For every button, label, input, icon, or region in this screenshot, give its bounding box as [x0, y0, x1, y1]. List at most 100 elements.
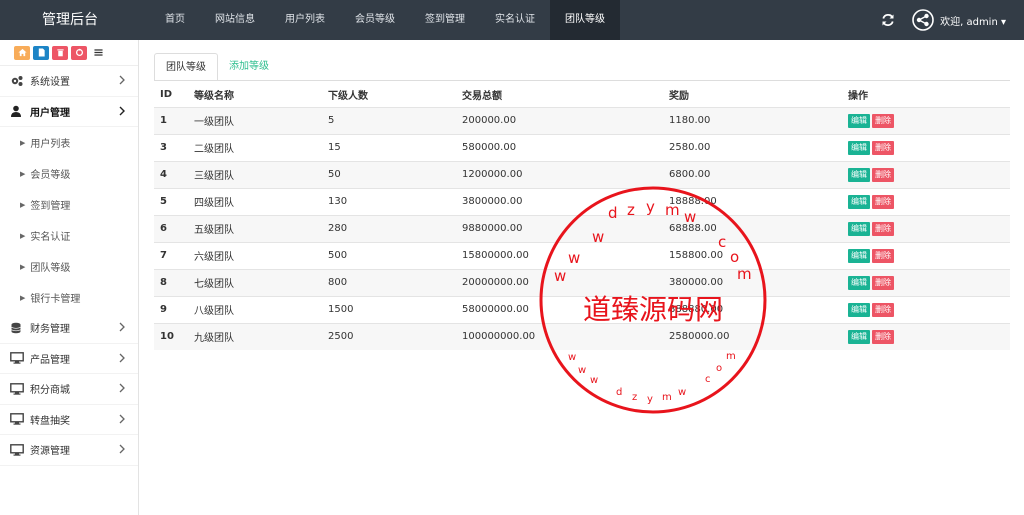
- cell-actions: 编辑 删除: [842, 268, 1010, 296]
- cell-total-volume: 9880000.00: [456, 214, 663, 242]
- cell-total-volume: 3800000.00: [456, 187, 663, 215]
- delete-button[interactable]: 删除: [872, 140, 894, 155]
- home-icon[interactable]: [14, 45, 30, 60]
- cell-reward: 2580000.00: [663, 322, 842, 350]
- delete-button[interactable]: 删除: [872, 113, 894, 128]
- cell-subordinates: 15: [322, 133, 456, 161]
- top-nav: 首页 网站信息 用户列表 会员等级 签到管理 实名认证 团队等级: [150, 0, 620, 40]
- delete-button[interactable]: 删除: [872, 329, 894, 344]
- chevron-right-icon: [119, 75, 125, 85]
- nav-team-level[interactable]: 团队等级: [550, 0, 620, 40]
- sidebar-subitem-label: 会员等级: [30, 170, 71, 181]
- svg-text:w: w: [678, 387, 686, 398]
- tab-add-level[interactable]: 添加等级: [218, 53, 280, 81]
- sidebar-subitem-realname[interactable]: ▶ 实名认证: [0, 220, 138, 251]
- cell-actions: 编辑 删除: [842, 295, 1010, 323]
- user-icon: [10, 105, 24, 118]
- sidebar-item-label: 系统设置: [30, 77, 70, 89]
- file-icon[interactable]: [33, 45, 49, 60]
- edit-button[interactable]: 编辑: [848, 140, 870, 155]
- table-row: 7 六级团队 500 15800000.00 158800.00 编辑 删除: [154, 241, 1010, 269]
- cell-level-name: 六级团队: [188, 241, 322, 269]
- edit-button[interactable]: 编辑: [848, 221, 870, 236]
- column-header-actions: 操作: [848, 90, 868, 102]
- column-header-total-volume: 交易总额: [462, 90, 502, 102]
- delete-button[interactable]: 删除: [872, 302, 894, 317]
- cell-id: 5: [154, 187, 188, 215]
- cell-level-name: 三级团队: [188, 160, 322, 188]
- cell-level-name: 四级团队: [188, 187, 322, 215]
- cell-total-volume: 580000.00: [456, 133, 663, 161]
- edit-button[interactable]: 编辑: [848, 248, 870, 263]
- svg-text:y: y: [647, 394, 653, 405]
- nav-realname[interactable]: 实名认证: [480, 0, 550, 40]
- table-row: 4 三级团队 50 1200000.00 6800.00 编辑 删除: [154, 160, 1010, 188]
- sidebar-subitem-user-list[interactable]: ▶ 用户列表: [0, 127, 138, 158]
- tab-team-level[interactable]: 团队等级: [154, 53, 218, 81]
- sidebar-item-finance[interactable]: 财务管理: [0, 313, 138, 344]
- sidebar-item-points-mall[interactable]: 积分商城: [0, 374, 138, 405]
- desktop-icon: [10, 352, 24, 364]
- cell-actions: 编辑 删除: [842, 322, 1010, 350]
- sidebar-subitem-label: 银行卡管理: [30, 294, 81, 305]
- cell-actions: 编辑 删除: [842, 133, 1010, 161]
- cell-level-name: 七级团队: [188, 268, 322, 296]
- column-header-id: ID: [160, 88, 173, 100]
- svg-text:w: w: [568, 352, 576, 363]
- delete-button[interactable]: 删除: [872, 275, 894, 290]
- caret-right-icon: ▶: [20, 262, 26, 271]
- cell-actions: 编辑 删除: [842, 187, 1010, 215]
- table-body: 1 一级团队 5 200000.00 1180.00 编辑 删除 3 二级团队 15 580000.…: [154, 106, 1010, 350]
- refresh-icon[interactable]: [880, 12, 896, 28]
- cell-subordinates: 5: [322, 106, 456, 134]
- sidebar-subitem-checkin[interactable]: ▶ 签到管理: [0, 189, 138, 220]
- delete-button[interactable]: 删除: [872, 194, 894, 209]
- chevron-right-icon: [119, 106, 125, 115]
- caret-right-icon: ▶: [20, 293, 26, 302]
- sidebar-item-resources[interactable]: 资源管理: [0, 435, 138, 466]
- trash-icon[interactable]: [52, 45, 68, 60]
- edit-button[interactable]: 编辑: [848, 167, 870, 182]
- cell-total-volume: 200000.00: [456, 106, 663, 134]
- chevron-right-icon: [119, 414, 125, 423]
- sidebar-subitem-team-level[interactable]: ▶ 团队等级: [0, 251, 138, 282]
- nav-home[interactable]: 首页: [150, 0, 200, 40]
- recycle-icon[interactable]: [71, 45, 87, 60]
- cell-id: 7: [154, 241, 188, 269]
- cell-reward: 2580.00: [663, 133, 842, 161]
- avatar[interactable]: [912, 9, 934, 31]
- edit-button[interactable]: 编辑: [848, 113, 870, 128]
- list-icon[interactable]: [90, 46, 106, 60]
- user-menu[interactable]: 欢迎, admin ▾: [940, 13, 1006, 28]
- sidebar-item-user-management[interactable]: 用户管理: [0, 97, 138, 127]
- delete-button[interactable]: 删除: [872, 167, 894, 182]
- nav-checkin[interactable]: 签到管理: [410, 0, 480, 40]
- column-header-level-name: 等级名称: [194, 90, 234, 102]
- edit-button[interactable]: 编辑: [848, 194, 870, 209]
- sidebar-item-products[interactable]: 产品管理: [0, 344, 138, 374]
- nav-member-level[interactable]: 会员等级: [340, 0, 410, 40]
- sidebar-subitem-bank-card[interactable]: ▶ 银行卡管理: [0, 282, 138, 313]
- delete-button[interactable]: 删除: [872, 248, 894, 263]
- sidebar-subitem-member-level[interactable]: ▶ 会员等级: [0, 158, 138, 189]
- sidebar-subitem-label: 实名认证: [30, 232, 71, 243]
- edit-button[interactable]: 编辑: [848, 329, 870, 344]
- sidebar-subitem-label: 用户列表: [30, 139, 71, 150]
- cell-level-name: 九级团队: [188, 322, 322, 350]
- chevron-right-icon: [119, 322, 125, 332]
- sidebar-item-system-settings[interactable]: 系统设置: [0, 66, 138, 97]
- cell-id: 1: [154, 106, 188, 134]
- nav-site-info[interactable]: 网站信息: [200, 0, 270, 40]
- app-title: 管理后台: [42, 12, 98, 28]
- cell-subordinates: 280: [322, 214, 456, 242]
- sidebar-item-lucky-wheel[interactable]: 转盘抽奖: [0, 405, 138, 435]
- sidebar-item-label: 财务管理: [30, 324, 70, 336]
- caret-right-icon: ▶: [20, 169, 26, 178]
- edit-button[interactable]: 编辑: [848, 302, 870, 317]
- edit-button[interactable]: 编辑: [848, 275, 870, 290]
- delete-button[interactable]: 删除: [872, 221, 894, 236]
- svg-text:w: w: [578, 365, 586, 376]
- cell-actions: 编辑 删除: [842, 106, 1010, 134]
- nav-user-list[interactable]: 用户列表: [270, 0, 340, 40]
- cell-level-name: 五级团队: [188, 214, 322, 242]
